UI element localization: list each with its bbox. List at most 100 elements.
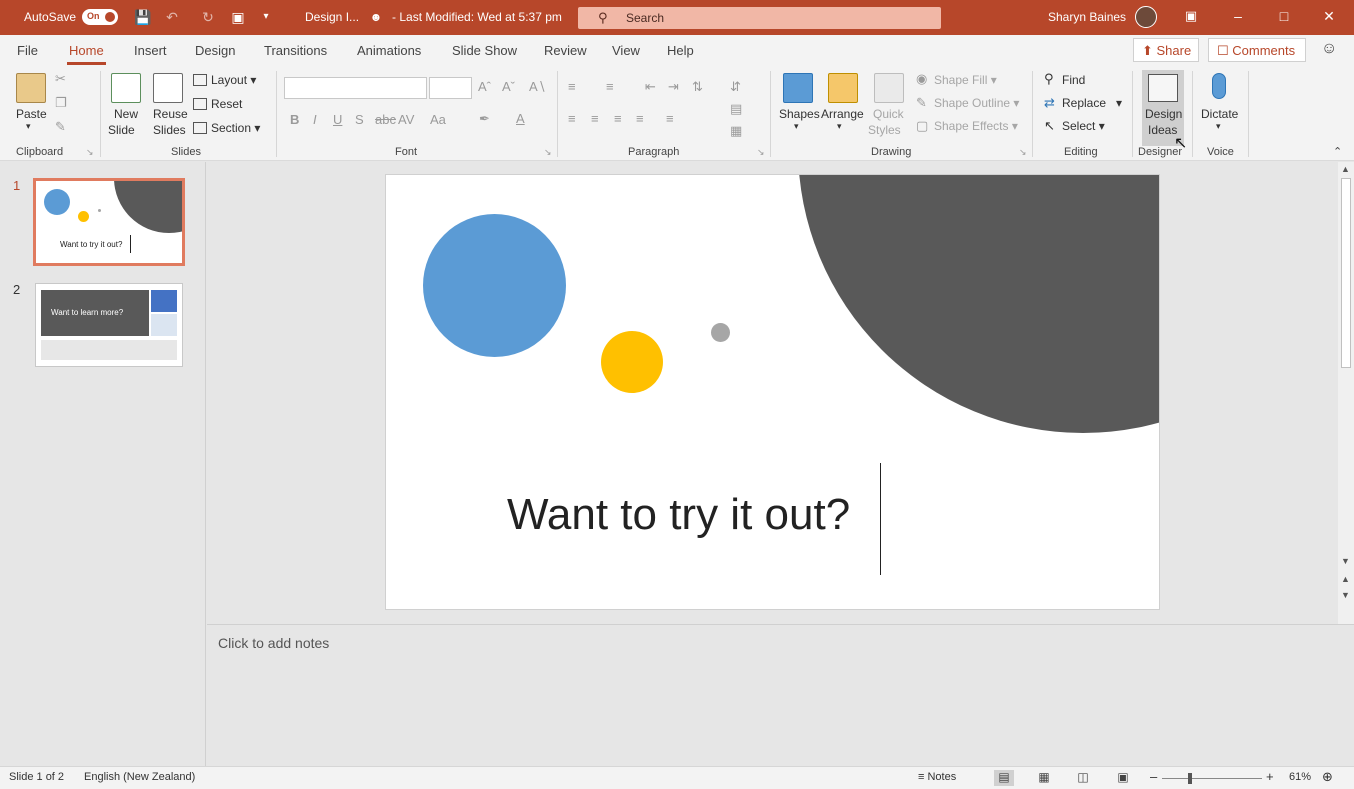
- drawing-launcher-icon[interactable]: ↘: [1019, 147, 1027, 158]
- notes-placeholder[interactable]: Click to add notes: [218, 635, 329, 651]
- highlight-icon[interactable]: ✒: [479, 111, 490, 127]
- tab-transitions[interactable]: Transitions: [264, 43, 327, 58]
- paste-button[interactable]: Paste: [16, 107, 47, 121]
- dictate-dropdown-icon[interactable]: ▾: [1216, 121, 1221, 132]
- shape-effects-button[interactable]: Shape Effects ▾: [934, 119, 1018, 133]
- quick-styles-label-2[interactable]: Styles: [868, 123, 901, 137]
- scroll-up-icon[interactable]: ▲: [1341, 164, 1350, 174]
- slide-sorter-icon[interactable]: ▦: [1034, 770, 1054, 786]
- zoom-out-icon[interactable]: –: [1150, 769, 1157, 784]
- notes-pane[interactable]: Click to add notes: [207, 624, 1354, 766]
- tab-slide-show[interactable]: Slide Show: [452, 43, 517, 58]
- cut-icon[interactable]: ✂: [55, 71, 66, 87]
- tab-home[interactable]: Home: [67, 43, 106, 65]
- slide-thumbnail-2[interactable]: Want to learn more?: [35, 283, 183, 367]
- scroll-down-icon[interactable]: ▼: [1341, 556, 1350, 566]
- blue-circle-shape[interactable]: [423, 214, 566, 357]
- quick-styles-icon[interactable]: [874, 73, 904, 103]
- reuse-label-1[interactable]: Reuse: [153, 107, 188, 121]
- fit-to-window-icon[interactable]: ⊕: [1322, 769, 1333, 785]
- replace-button[interactable]: Replace ▾: [1062, 96, 1122, 110]
- customize-qat-icon[interactable]: ▾: [258, 9, 274, 25]
- language-indicator[interactable]: English (New Zealand): [84, 771, 195, 783]
- find-button[interactable]: Find: [1062, 73, 1085, 87]
- clear-formatting-icon[interactable]: A∖: [529, 79, 546, 95]
- underline-icon[interactable]: U: [333, 112, 342, 127]
- reset-button[interactable]: Reset: [211, 97, 242, 111]
- zoom-in-icon[interactable]: +: [1266, 769, 1274, 784]
- close-icon[interactable]: ✕: [1320, 8, 1338, 25]
- gray-dot-shape[interactable]: [711, 323, 730, 342]
- quick-styles-label-1[interactable]: Quick: [873, 107, 904, 121]
- shapes-icon[interactable]: [783, 73, 813, 103]
- normal-view-icon[interactable]: ▤: [994, 770, 1014, 786]
- bullets-icon[interactable]: ≡: [568, 79, 576, 94]
- align-right-icon[interactable]: ≡: [614, 111, 622, 126]
- justify-icon[interactable]: ≡: [636, 111, 644, 126]
- slide-thumbnail-1[interactable]: Want to try it out?: [33, 178, 185, 266]
- scrollbar-thumb[interactable]: [1341, 178, 1351, 368]
- undo-icon[interactable]: ↶: [164, 9, 180, 25]
- document-name[interactable]: Design I...: [305, 10, 359, 24]
- dictate-button[interactable]: Dictate: [1201, 107, 1238, 121]
- ribbon-display-options-icon[interactable]: ▣: [1182, 8, 1200, 24]
- search-box[interactable]: ⚲ Search: [578, 7, 941, 29]
- dark-circle-shape[interactable]: [798, 175, 1159, 433]
- minimize-icon[interactable]: –: [1229, 8, 1247, 24]
- select-button[interactable]: Select ▾: [1062, 119, 1105, 133]
- font-color-icon[interactable]: A: [516, 111, 525, 126]
- columns-icon[interactable]: ≡: [666, 111, 674, 126]
- layout-button[interactable]: Layout ▾: [211, 73, 256, 87]
- shape-fill-button[interactable]: Shape Fill ▾: [934, 73, 997, 87]
- previous-slide-icon[interactable]: ▲: [1341, 574, 1350, 584]
- arrange-dropdown-icon[interactable]: ▾: [837, 121, 842, 132]
- maximize-icon[interactable]: □: [1275, 8, 1293, 24]
- font-name-combo[interactable]: [284, 77, 427, 99]
- shape-outline-button[interactable]: Shape Outline ▾: [934, 96, 1019, 110]
- tab-animations[interactable]: Animations: [357, 43, 421, 58]
- font-size-combo[interactable]: [429, 77, 472, 99]
- paste-dropdown-icon[interactable]: ▾: [26, 121, 31, 132]
- new-slide-label-2[interactable]: Slide: [108, 123, 135, 137]
- increase-font-icon[interactable]: Aˆ: [478, 79, 491, 94]
- align-left-icon[interactable]: ≡: [568, 111, 576, 126]
- arrange-icon[interactable]: [828, 73, 858, 103]
- bold-icon[interactable]: B: [290, 112, 299, 127]
- paragraph-launcher-icon[interactable]: ↘: [757, 147, 765, 158]
- microphone-icon[interactable]: [1212, 73, 1226, 99]
- reuse-slides-icon[interactable]: [153, 73, 183, 103]
- collapse-ribbon-icon[interactable]: ⌃: [1333, 145, 1342, 158]
- numbering-icon[interactable]: ≡: [606, 79, 614, 94]
- notes-toggle[interactable]: ≡ Notes: [918, 771, 956, 783]
- tab-design[interactable]: Design: [195, 43, 235, 58]
- shadow-icon[interactable]: S: [355, 112, 364, 127]
- tab-help[interactable]: Help: [667, 43, 694, 58]
- next-slide-icon[interactable]: ▼: [1341, 590, 1350, 600]
- zoom-slider-knob[interactable]: [1188, 773, 1193, 784]
- copy-icon[interactable]: ❐: [55, 95, 67, 111]
- feedback-smiley-icon[interactable]: ☺: [1321, 40, 1337, 58]
- change-case-icon[interactable]: Aa: [430, 112, 446, 127]
- slide-title-text[interactable]: Want to try it out?: [507, 490, 850, 540]
- paste-icon[interactable]: [16, 73, 46, 103]
- last-modified[interactable]: Last Modified: Wed at 5:37 pm: [399, 10, 562, 24]
- zoom-level[interactable]: 61%: [1289, 771, 1311, 783]
- save-icon[interactable]: 💾: [134, 9, 151, 25]
- current-slide[interactable]: Want to try it out?: [385, 174, 1160, 610]
- tab-insert[interactable]: Insert: [134, 43, 167, 58]
- character-spacing-icon[interactable]: AV: [398, 112, 414, 127]
- slideshow-view-icon[interactable]: ▣: [1113, 770, 1133, 786]
- zoom-slider[interactable]: [1162, 778, 1262, 779]
- text-direction-icon[interactable]: ⇵: [730, 79, 741, 95]
- arrange-button[interactable]: Arrange: [821, 107, 864, 121]
- autosave-toggle[interactable]: On: [82, 9, 118, 25]
- decrease-font-icon[interactable]: Aˇ: [502, 79, 515, 94]
- comments-button[interactable]: ☐ Comments: [1208, 38, 1306, 62]
- yellow-circle-shape[interactable]: [601, 331, 663, 393]
- user-name[interactable]: Sharyn Baines: [1048, 10, 1126, 24]
- align-center-icon[interactable]: ≡: [591, 111, 599, 126]
- section-button[interactable]: Section ▾: [211, 121, 260, 135]
- tab-review[interactable]: Review: [544, 43, 587, 58]
- line-spacing-icon[interactable]: ⇅: [692, 79, 703, 95]
- strikethrough-icon[interactable]: abc: [375, 112, 396, 127]
